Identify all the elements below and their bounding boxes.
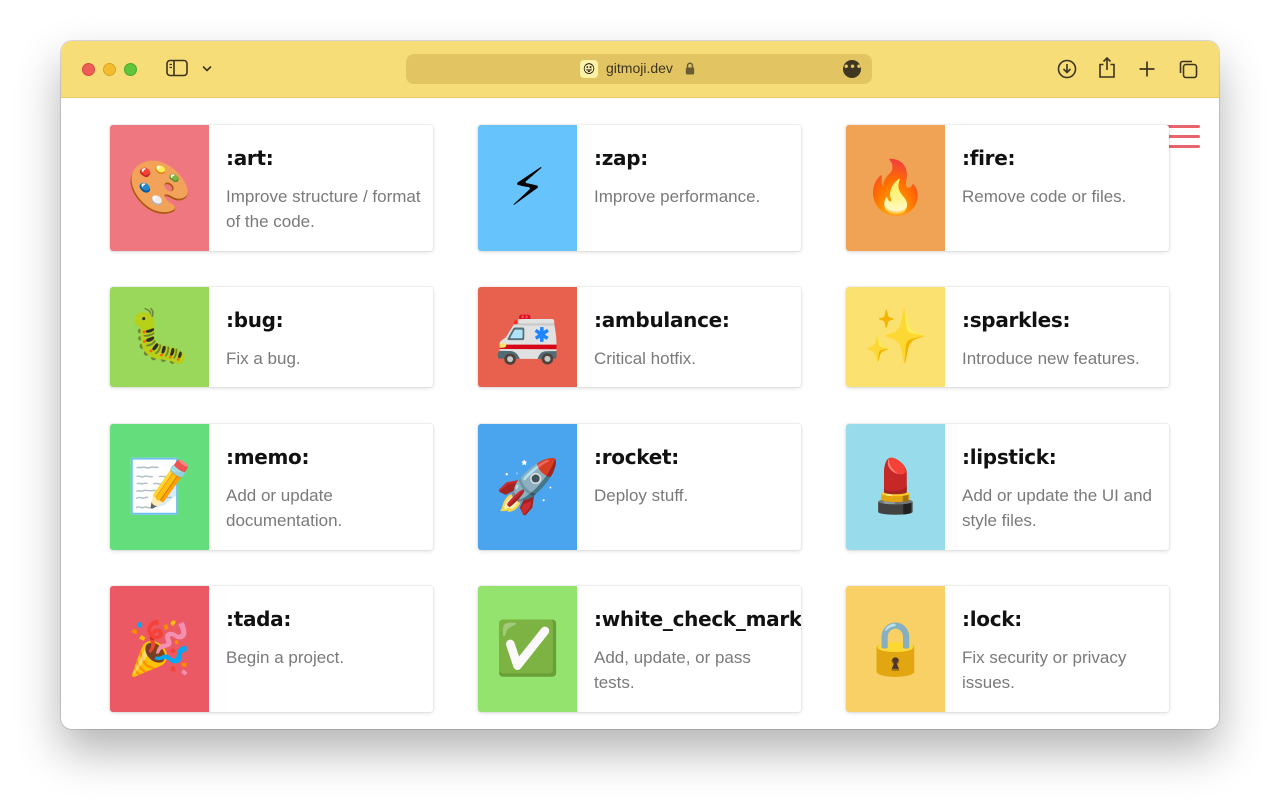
gitmoji-card-ambulance[interactable]: 🚑 :ambulance: Critical hotfix. [478, 287, 801, 387]
browser-toolbar: 😜 gitmoji.dev ••• [61, 41, 1219, 98]
share-icon[interactable] [1098, 56, 1116, 79]
window-maximize-button[interactable] [124, 63, 137, 76]
gitmoji-code: :sparkles: [962, 308, 1071, 332]
gitmoji-description: Critical hotfix. [594, 349, 697, 368]
gitmoji-card-sparkles[interactable]: ✨ :sparkles: Introduce new features. [846, 287, 1169, 387]
gitmoji-description: Improve structure / format of the code. [226, 187, 421, 231]
bug-emoji-icon: 🐛 [127, 307, 192, 367]
window-close-button[interactable] [82, 63, 95, 76]
downloads-icon[interactable] [1057, 59, 1077, 79]
page-content: 🎨 :art: Improve structure / format of th… [61, 98, 1219, 729]
sparkles-emoji-icon: ✨ [863, 307, 928, 367]
page-menu-icon[interactable]: ••• [843, 60, 862, 78]
lock-icon [685, 62, 695, 75]
emoji-swatch: 🎨 [110, 125, 209, 251]
gitmoji-card-lipstick[interactable]: 💄 :lipstick: Add or update the UI and st… [846, 424, 1169, 550]
gitmoji-code: :rocket: [594, 445, 679, 469]
gitmoji-code: :bug: [226, 308, 284, 332]
emoji-swatch: 🚑 [478, 287, 577, 387]
gitmoji-description: Deploy stuff. [594, 486, 689, 505]
gitmoji-card-tada[interactable]: 🎉 :tada: Begin a project. [110, 586, 433, 712]
new-tab-icon[interactable] [1138, 60, 1156, 78]
gitmoji-description: Remove code or files. [962, 187, 1127, 206]
gitmoji-description: Introduce new features. [962, 349, 1140, 368]
emoji-swatch: 🐛 [110, 287, 209, 387]
emoji-swatch: 📝 [110, 424, 209, 550]
lipstick-emoji-icon: 💄 [863, 457, 928, 517]
window-minimize-button[interactable] [103, 63, 116, 76]
gitmoji-description: Add, update, or pass tests. [594, 648, 751, 692]
site-favicon: 😜 [580, 60, 598, 78]
gitmoji-code: :fire: [962, 146, 1016, 170]
gitmoji-code: :art: [226, 146, 274, 170]
check-mark-emoji-icon: ✅ [495, 619, 560, 679]
gitmoji-card-fire[interactable]: 🔥 :fire: Remove code or files. [846, 125, 1169, 251]
gitmoji-card-lock[interactable]: 🔒 :lock: Fix security or privacy issues. [846, 586, 1169, 712]
gitmoji-card-zap[interactable]: ⚡ :zap: Improve performance. [478, 125, 801, 251]
fire-emoji-icon: 🔥 [863, 158, 928, 218]
gitmoji-description: Improve performance. [594, 187, 761, 206]
emoji-swatch: 💄 [846, 424, 945, 550]
gitmoji-code: :white_check_mark: [594, 607, 801, 631]
gitmoji-description: Fix a bug. [226, 349, 301, 368]
emoji-swatch: ⚡ [478, 125, 577, 251]
emoji-swatch: 🔒 [846, 586, 945, 712]
browser-window: 😜 gitmoji.dev ••• 🎨:art: Improve struct… [61, 41, 1219, 729]
art-emoji-icon: 🎨 [127, 158, 192, 218]
gitmoji-description: Add or update documentation. [226, 486, 343, 530]
gitmoji-code: :tada: [226, 607, 292, 631]
tada-emoji-icon: 🎉 [127, 619, 192, 679]
url-text: gitmoji.dev [606, 60, 673, 76]
gitmoji-card-bug[interactable]: 🐛 :bug: Fix a bug. [110, 287, 433, 387]
gitmoji-code: :lipstick: [962, 445, 1057, 469]
emoji-swatch: 🔥 [846, 125, 945, 251]
gitmoji-code: :lock: [962, 607, 1022, 631]
gitmoji-card-memo[interactable]: 📝 :memo: Add or update documentation. [110, 424, 433, 550]
gitmoji-code: :zap: [594, 146, 648, 170]
gitmoji-code: :memo: [226, 445, 310, 469]
chevron-down-icon[interactable] [202, 65, 212, 73]
gitmoji-description: Fix security or privacy issues. [962, 648, 1127, 692]
emoji-swatch: ✅ [478, 586, 577, 712]
rocket-emoji-icon: 🚀 [495, 457, 560, 517]
emoji-swatch: ✨ [846, 287, 945, 387]
zap-emoji-icon: ⚡ [509, 158, 546, 218]
gitmoji-card-rocket[interactable]: 🚀 :rocket: Deploy stuff. [478, 424, 801, 550]
address-bar[interactable]: 😜 gitmoji.dev ••• [406, 54, 872, 84]
ambulance-emoji-icon: 🚑 [495, 307, 560, 367]
gitmoji-description: Add or update the UI and style files. [962, 486, 1152, 530]
tab-overview-icon[interactable] [1178, 59, 1199, 80]
lock-emoji-icon: 🔒 [863, 619, 928, 679]
gitmoji-card-white-check-mark[interactable]: ✅ :white_check_mark: Add, update, or pas… [478, 586, 801, 712]
gitmoji-card-art[interactable]: 🎨 :art: Improve structure / format of th… [110, 125, 433, 251]
memo-emoji-icon: 📝 [127, 457, 192, 517]
emoji-swatch: 🎉 [110, 586, 209, 712]
emoji-swatch: 🚀 [478, 424, 577, 550]
gitmoji-description: Begin a project. [226, 648, 345, 667]
sidebar-toggle-icon[interactable] [166, 59, 188, 77]
gitmoji-code: :ambulance: [594, 308, 730, 332]
